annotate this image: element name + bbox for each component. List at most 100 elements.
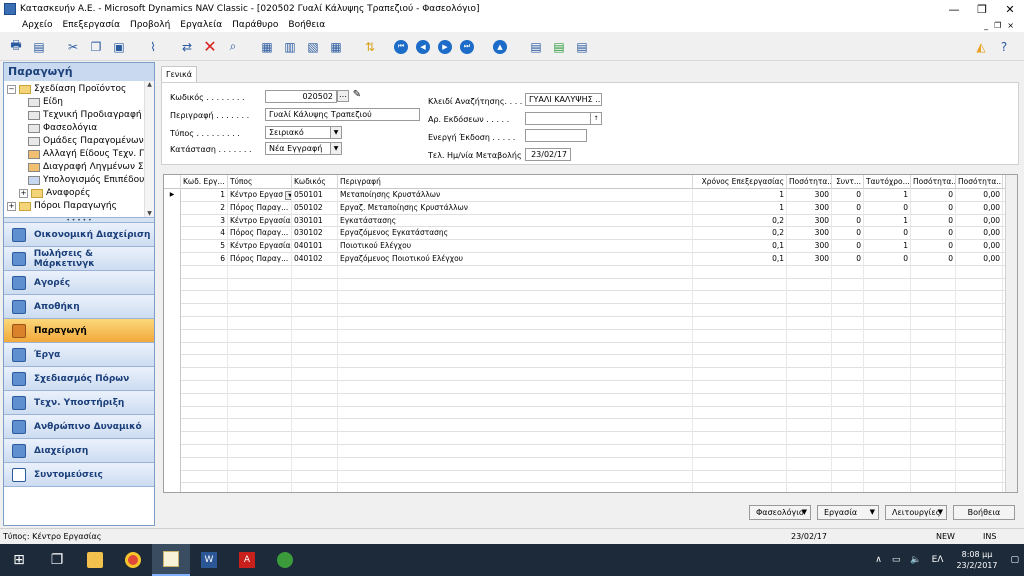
- table-cell[interactable]: [181, 445, 228, 458]
- table-cell[interactable]: [338, 355, 693, 369]
- table-cell[interactable]: [292, 355, 338, 369]
- table-cell[interactable]: [338, 329, 693, 343]
- table-cell[interactable]: [911, 278, 956, 292]
- refresh-icon[interactable]: ⇄: [177, 37, 197, 57]
- table-cell[interactable]: [911, 355, 956, 369]
- row-selector[interactable]: [164, 355, 181, 369]
- empty-row[interactable]: [164, 291, 1017, 305]
- table-cell[interactable]: [693, 406, 787, 420]
- module-jobs[interactable]: Έργα: [4, 343, 154, 367]
- cut-icon[interactable]: ✂: [63, 37, 83, 57]
- table-cell[interactable]: [911, 393, 956, 407]
- table-cell[interactable]: [787, 393, 832, 407]
- empty-row[interactable]: [164, 342, 1017, 356]
- table-cell[interactable]: 1: [693, 189, 787, 202]
- table-cell[interactable]: [181, 381, 228, 394]
- empty-row[interactable]: [164, 278, 1017, 292]
- table-cell[interactable]: [832, 317, 864, 330]
- empty-row[interactable]: [164, 432, 1017, 445]
- up-icon[interactable]: ▲: [493, 39, 507, 54]
- table-cell[interactable]: [832, 355, 864, 369]
- table-cell[interactable]: 040102: [292, 253, 338, 266]
- table-cell[interactable]: [338, 342, 693, 356]
- tree-item-capacities[interactable]: + Πόροι Παραγωγής: [4, 200, 154, 213]
- table-cell[interactable]: [693, 483, 787, 492]
- tree-item-family[interactable]: Ομάδες Παραγομένων: [4, 135, 154, 148]
- scroll-up-icon[interactable]: ▲: [147, 81, 152, 88]
- empty-row[interactable]: [164, 368, 1017, 381]
- module-resource-planning[interactable]: Σχεδιασμός Πόρων: [4, 367, 154, 391]
- table-cell[interactable]: [228, 278, 292, 292]
- table-cell[interactable]: [787, 355, 832, 369]
- tree-item-calc-level[interactable]: Υπολογισμός Επιπέδου: [4, 174, 154, 187]
- table-row[interactable]: 5 Κέντρο Εργασίας 040101 Ποιοτικού Ελέγχου 0…: [164, 240, 1017, 253]
- print-icon[interactable]: 🖶: [6, 37, 26, 57]
- table-cell[interactable]: [693, 291, 787, 305]
- table-cell[interactable]: [832, 278, 864, 292]
- table-cell[interactable]: [338, 432, 693, 445]
- first-record-icon[interactable]: ⏮: [394, 39, 408, 54]
- swap-icon[interactable]: ⇅: [360, 37, 380, 57]
- table-cell[interactable]: Εγκατάστασης: [338, 214, 693, 228]
- table-cell[interactable]: 0,2: [693, 214, 787, 228]
- table-cell[interactable]: Ποιοτικού Ελέγχου: [338, 240, 693, 253]
- empty-row[interactable]: [164, 470, 1017, 484]
- module-shortcuts[interactable]: Συντομεύσεις: [4, 463, 154, 487]
- minimize-button[interactable]: —: [940, 0, 968, 18]
- table-cell[interactable]: [956, 457, 1003, 471]
- copy-icon[interactable]: ❐: [86, 37, 106, 57]
- menu-tools[interactable]: Εργαλεία: [175, 20, 227, 30]
- table-cell[interactable]: [864, 317, 911, 330]
- table-cell[interactable]: [181, 304, 228, 317]
- tree-item-delete-expired[interactable]: Διαγραφή Ληγμένων Σ: [4, 161, 154, 174]
- table-cell[interactable]: [864, 355, 911, 369]
- view-list-icon[interactable]: ▥: [280, 37, 300, 57]
- table-cell[interactable]: Εργαζόμενος Ποιοτικού Ελέγχου: [338, 253, 693, 266]
- next-record-icon[interactable]: ▶: [438, 39, 452, 54]
- help-icon[interactable]: ?: [994, 37, 1014, 57]
- table-cell[interactable]: [292, 470, 338, 484]
- table-cell[interactable]: [832, 457, 864, 471]
- table-cell[interactable]: [228, 317, 292, 330]
- table-cell[interactable]: [956, 265, 1003, 279]
- table-cell[interactable]: [832, 304, 864, 317]
- table-cell[interactable]: [693, 432, 787, 445]
- table-cell[interactable]: Εργαζόμενος Εγκατάστασης: [338, 227, 693, 241]
- row-selector[interactable]: [164, 470, 181, 484]
- table-cell[interactable]: [787, 329, 832, 343]
- table-cell[interactable]: 0: [832, 189, 864, 202]
- col-operation-no[interactable]: Κωδ. Εργ...: [181, 175, 228, 189]
- row-selector[interactable]: [164, 457, 181, 471]
- table-cell[interactable]: [693, 393, 787, 407]
- table-cell[interactable]: [864, 432, 911, 445]
- notifications-icon[interactable]: ▢: [1005, 555, 1024, 565]
- table-cell[interactable]: [693, 368, 787, 381]
- row-selector[interactable]: [164, 393, 181, 407]
- row-selector[interactable]: [164, 432, 181, 445]
- table-cell[interactable]: [292, 445, 338, 458]
- table-cell[interactable]: [787, 483, 832, 492]
- table-cell[interactable]: [228, 419, 292, 433]
- table-cell[interactable]: [292, 265, 338, 279]
- table-cell[interactable]: 300: [787, 227, 832, 241]
- table-cell[interactable]: [228, 355, 292, 369]
- chevron-up-icon[interactable]: ∧: [870, 555, 887, 565]
- chevron-down-icon[interactable]: ▼: [285, 190, 291, 200]
- table-cell[interactable]: [911, 445, 956, 458]
- table-cell[interactable]: 1: [864, 214, 911, 228]
- table-cell[interactable]: [832, 291, 864, 305]
- table-cell[interactable]: [181, 432, 228, 445]
- table-row[interactable]: 6 Πόρος Παραγ... 040102 Εργαζόμενος Ποιοτικ…: [164, 253, 1017, 266]
- table-cell[interactable]: 0: [911, 189, 956, 202]
- table-cell[interactable]: [292, 393, 338, 407]
- table-cell[interactable]: 0: [832, 253, 864, 266]
- table-cell[interactable]: [292, 304, 338, 317]
- table-cell[interactable]: [864, 483, 911, 492]
- table-cell[interactable]: [864, 381, 911, 394]
- task-view-icon[interactable]: ❐: [38, 544, 76, 576]
- row-selector[interactable]: [164, 381, 181, 394]
- table-cell[interactable]: [228, 445, 292, 458]
- table-cell[interactable]: 300: [787, 189, 832, 202]
- tree-item-reports[interactable]: + Αναφορές: [4, 187, 154, 200]
- network-icon[interactable]: ▭: [887, 555, 906, 565]
